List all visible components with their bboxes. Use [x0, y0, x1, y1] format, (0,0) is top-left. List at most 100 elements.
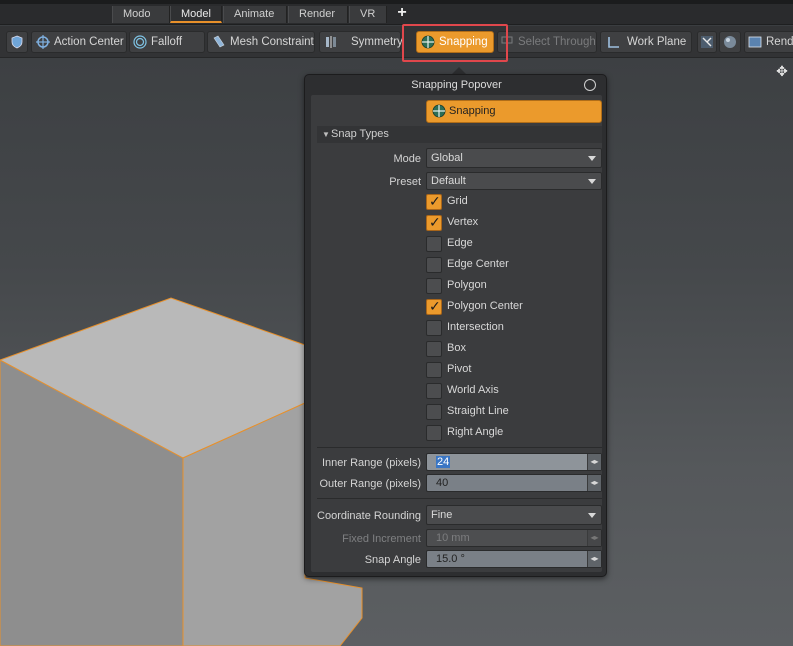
snap-type-label: World Axis — [447, 384, 499, 396]
toolbar: Action Center Falloff Mesh Constraint Sy… — [0, 26, 793, 58]
mesh-constraint-label: Mesh Constraint — [230, 36, 314, 48]
tab-label: Modo — [123, 8, 151, 20]
snapping-highlight-box — [402, 24, 508, 62]
spinner-arrows-icon[interactable]: ◂▸ — [587, 551, 601, 567]
tool-button-2[interactable] — [719, 31, 741, 53]
tab-label: Render — [299, 8, 336, 20]
chevron-down-icon — [588, 513, 596, 518]
render-icon — [748, 36, 762, 48]
render-button[interactable]: Rend — [744, 31, 793, 53]
move-icon[interactable]: ✥ — [775, 64, 789, 78]
snapping-toggle-button[interactable]: Snapping — [426, 100, 602, 123]
outer-range-value: 40 — [436, 477, 449, 489]
coordinate-rounding-dropdown[interactable]: Fine — [426, 505, 602, 525]
tab-model[interactable]: Model — [170, 6, 222, 23]
close-icon[interactable] — [584, 79, 596, 91]
snap-type-label: Box — [447, 342, 466, 354]
checkbox[interactable]: ✓ — [426, 298, 442, 315]
work-plane-label: Work Plane — [627, 36, 687, 48]
fixed-increment-label: Fixed Increment — [342, 533, 421, 545]
snap-angle-label: Snap Angle — [364, 554, 421, 566]
checkbox[interactable]: ✓ — [426, 214, 442, 231]
popover-arrow — [452, 67, 466, 74]
mode-value: Global — [431, 152, 463, 164]
snap-type-label: Vertex — [447, 216, 479, 228]
snap-type-label: Grid — [447, 195, 468, 207]
checkbox[interactable] — [426, 278, 442, 294]
snap-type-label: Edge Center — [447, 258, 509, 270]
snap-type-label: Intersection — [447, 321, 504, 333]
select-through-label: Select Through — [518, 36, 596, 48]
checkbox[interactable] — [426, 320, 442, 336]
coordinate-rounding-value: Fine — [431, 509, 453, 521]
select-through-button[interactable]: Select Through — [497, 31, 597, 53]
checkbox[interactable] — [426, 257, 442, 273]
falloff-icon — [133, 35, 147, 49]
snap-type-label: Polygon — [447, 279, 487, 291]
section-title: Snap Types — [331, 128, 389, 140]
mode-dropdown[interactable]: Global — [426, 148, 602, 168]
preset-dropdown[interactable]: Default — [426, 172, 602, 190]
spinner-arrows-icon[interactable]: ◂▸ — [587, 475, 601, 491]
fixed-increment-field: 10 mm ◂▸ — [426, 529, 602, 547]
outer-range-field[interactable]: 40 ◂▸ — [426, 474, 602, 492]
checkbox[interactable] — [426, 404, 442, 420]
symmetry-label: Symmetry — [351, 36, 403, 48]
shield-icon — [11, 35, 23, 49]
outer-range-label: Outer Range (pixels) — [319, 478, 422, 490]
snapping-popover: Snapping Popover Snapping ▼ Snap Types M… — [304, 74, 607, 577]
symmetry-icon — [326, 36, 336, 48]
sphere-icon — [724, 36, 736, 48]
tab-label: Model — [181, 8, 211, 20]
fixed-increment-value: 10 mm — [436, 532, 470, 544]
chevron-down-icon — [588, 179, 596, 184]
action-center-label: Action Center — [54, 36, 124, 48]
snap-angle-field[interactable]: 15.0 ° ◂▸ — [426, 550, 602, 568]
popover-body: Snapping ▼ Snap Types Mode Global Preset… — [311, 95, 602, 572]
falloff-button[interactable]: Falloff — [129, 31, 205, 53]
checkmark-icon: ✓ — [429, 214, 441, 230]
snap-types-section-header[interactable]: ▼ Snap Types — [317, 126, 602, 143]
tool-button-1[interactable] — [697, 31, 717, 53]
divider — [317, 447, 602, 448]
snap-type-label: Edge — [447, 237, 473, 249]
mode-label: Mode — [393, 153, 421, 165]
snap-angle-value: 15.0 ° — [436, 553, 465, 565]
layout-tab-bar: Modo Model Animate Render VR + — [0, 0, 793, 25]
chevron-down-icon — [588, 156, 596, 161]
tab-vr[interactable]: VR — [349, 6, 387, 23]
falloff-label: Falloff — [151, 36, 183, 48]
inner-range-value: 24 — [436, 456, 451, 468]
divider — [317, 498, 602, 499]
shield-button[interactable] — [6, 31, 28, 53]
checkbox[interactable]: ✓ — [426, 193, 442, 210]
work-plane-button[interactable]: Work Plane — [600, 31, 692, 53]
coordinate-rounding-label: Coordinate Rounding — [317, 510, 421, 522]
checkbox[interactable] — [426, 341, 442, 357]
snap-type-label: Pivot — [447, 363, 472, 375]
checkbox[interactable] — [426, 362, 442, 378]
symmetry-button[interactable]: Symmetry — [319, 31, 403, 53]
transform-icon — [701, 36, 713, 48]
render-label: Rend — [766, 36, 793, 48]
action-center-button[interactable]: Action Center — [31, 31, 127, 53]
preset-label: Preset — [389, 176, 421, 188]
checkbox[interactable] — [426, 425, 442, 441]
checkbox[interactable] — [426, 236, 442, 252]
spinner-arrows-icon[interactable]: ◂▸ — [587, 454, 601, 470]
tab-label: Animate — [234, 8, 275, 20]
popover-title: Snapping Popover — [411, 79, 502, 91]
spinner-arrows-icon: ◂▸ — [587, 530, 601, 546]
add-tab-button[interactable]: + — [395, 5, 409, 21]
inner-range-field[interactable]: 24 ◂▸ — [426, 453, 602, 471]
mesh-constraint-button[interactable]: Mesh Constraint — [207, 31, 315, 53]
preset-value: Default — [431, 175, 466, 187]
snapping-toggle-label: Snapping — [449, 105, 496, 117]
tab-modo[interactable]: Modo — [112, 6, 170, 23]
checkbox[interactable] — [426, 383, 442, 399]
snap-type-label: Straight Line — [447, 405, 509, 417]
tab-animate[interactable]: Animate — [223, 6, 287, 23]
collapse-triangle-icon: ▼ — [322, 130, 330, 139]
checkmark-icon: ✓ — [429, 298, 441, 314]
tab-render[interactable]: Render — [288, 6, 348, 23]
